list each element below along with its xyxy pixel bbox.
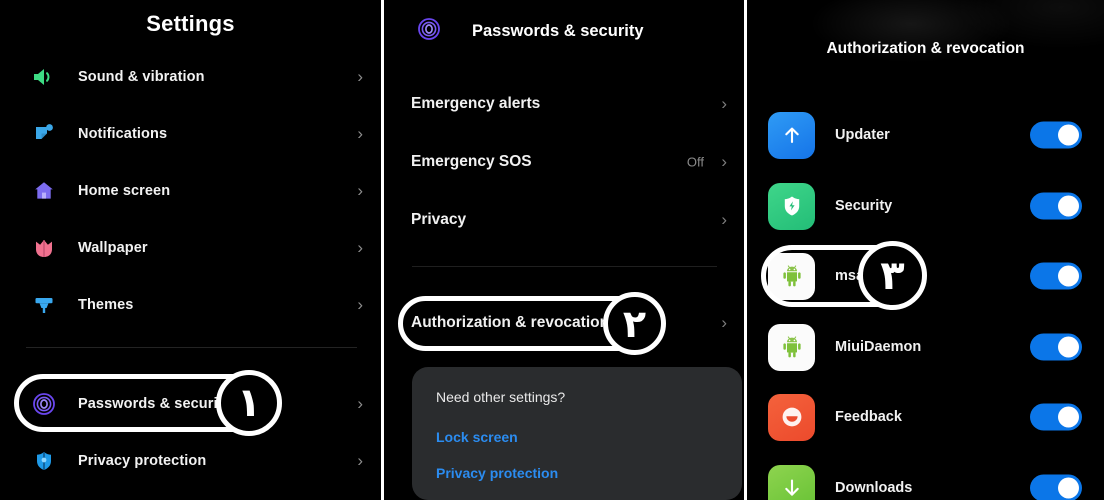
android-app-icon	[768, 323, 815, 371]
settings-item-label: Privacy protection	[78, 452, 207, 469]
fingerprint-icon	[24, 391, 64, 417]
chevron-right-icon: ›	[357, 393, 363, 413]
settings-item-emergency-alerts[interactable]: Emergency alerts ›	[384, 76, 744, 132]
updater-app-icon	[768, 111, 815, 159]
settings-item-label: Notifications	[78, 125, 168, 142]
settings-item-label: Privacy	[411, 211, 467, 228]
shield-privacy-icon	[24, 449, 64, 473]
app-toggle-downloads[interactable]	[1030, 474, 1082, 500]
settings-item-themes[interactable]: Themes ›	[0, 276, 381, 333]
settings-item-label: Emergency SOS	[411, 153, 532, 170]
settings-group-divider	[412, 266, 717, 267]
chevron-right-icon: ›	[721, 152, 727, 171]
settings-item-label: Home screen	[78, 182, 171, 199]
app-toggle-security[interactable]	[1030, 192, 1082, 220]
app-toggle-msa[interactable]	[1030, 262, 1082, 290]
notifications-icon	[24, 122, 64, 146]
card-title: Need other settings?	[436, 389, 566, 405]
app-row-security[interactable]: Security	[747, 171, 1104, 241]
app-toggle-updater[interactable]	[1030, 121, 1082, 149]
link-privacy-protection[interactable]: Privacy protection	[436, 465, 558, 481]
app-row-updater[interactable]: Updater	[747, 100, 1104, 170]
annotation-step-badge-3: ۳	[858, 241, 927, 310]
settings-item-label: Sound & vibration	[78, 68, 205, 85]
app-name-label: Updater	[835, 127, 890, 143]
flower-icon	[24, 236, 64, 260]
downloads-app-icon	[768, 464, 815, 500]
feedback-app-icon	[768, 393, 815, 441]
chevron-right-icon: ›	[357, 66, 363, 86]
speaker-icon	[24, 65, 64, 89]
app-row-miuidaemon[interactable]: MiuiDaemon	[747, 312, 1104, 382]
annotation-step-badge-1: ۱	[216, 370, 282, 436]
paintbrush-icon	[24, 293, 64, 317]
page-title: Authorization & revocation	[826, 40, 1025, 57]
chevron-right-icon: ›	[721, 94, 727, 113]
settings-item-sound-vibration[interactable]: Sound & vibration ›	[0, 48, 381, 105]
panel2-header: Passwords & security	[384, 14, 744, 48]
fingerprint-icon	[416, 16, 442, 47]
settings-item-authorization-revocation[interactable]: Authorization & revocation ›	[384, 295, 744, 351]
chevron-right-icon: ›	[357, 450, 363, 470]
settings-item-label: Passwords & security	[78, 395, 231, 412]
security-app-icon	[768, 182, 815, 230]
settings-item-notifications[interactable]: Notifications ›	[0, 105, 381, 162]
home-icon	[24, 179, 64, 203]
app-name-label: MiuiDaemon	[835, 339, 922, 355]
settings-item-home-screen[interactable]: Home screen ›	[0, 162, 381, 219]
chevron-right-icon: ›	[357, 123, 363, 143]
passwords-security-panel: Passwords & security Emergency alerts › …	[384, 0, 744, 500]
settings-item-label: Themes	[78, 296, 134, 313]
app-row-downloads[interactable]: Downloads	[747, 453, 1104, 500]
annotation-step-badge-2: ۲	[603, 292, 666, 355]
app-row-feedback[interactable]: Feedback	[747, 382, 1104, 452]
chevron-right-icon: ›	[357, 237, 363, 257]
need-other-settings-card: Need other settings? Lock screen Privacy…	[412, 367, 742, 500]
app-name-label: Feedback	[835, 409, 902, 425]
app-toggle-feedback[interactable]	[1030, 403, 1082, 431]
app-toggle-miuidaemon[interactable]	[1030, 333, 1082, 361]
app-name-label: Security	[835, 198, 893, 214]
settings-group-divider	[26, 347, 357, 348]
settings-item-privacy[interactable]: Privacy ›	[384, 192, 744, 248]
app-name-label: Downloads	[835, 480, 913, 496]
settings-panel: Settings Sound & vibration › Notificatio…	[0, 0, 381, 500]
three-panel-tutorial-screenshot: Settings Sound & vibration › Notificatio…	[0, 0, 1104, 500]
chevron-right-icon: ›	[721, 210, 727, 229]
page-title: Settings	[146, 11, 235, 36]
authorization-revocation-panel: Authorization & revocation Updater Secur…	[747, 0, 1104, 500]
settings-item-emergency-sos[interactable]: Emergency SOS Off ›	[384, 134, 744, 190]
settings-item-label: Wallpaper	[78, 239, 148, 256]
settings-item-value: Off	[686, 154, 704, 170]
page-title: Passwords & security	[472, 21, 644, 40]
chevron-right-icon: ›	[357, 180, 363, 200]
chevron-right-icon: ›	[721, 313, 727, 332]
android-app-icon	[768, 252, 815, 300]
settings-item-passwords-security[interactable]: Passwords & security ›	[0, 375, 381, 432]
chevron-right-icon: ›	[357, 294, 363, 314]
settings-item-label: Authorization & revocation	[411, 314, 610, 331]
link-lock-screen[interactable]: Lock screen	[436, 429, 518, 445]
settings-item-label: Emergency alerts	[411, 95, 541, 112]
settings-item-privacy-protection[interactable]: Privacy protection ›	[0, 432, 381, 489]
settings-item-wallpaper[interactable]: Wallpaper ›	[0, 219, 381, 276]
